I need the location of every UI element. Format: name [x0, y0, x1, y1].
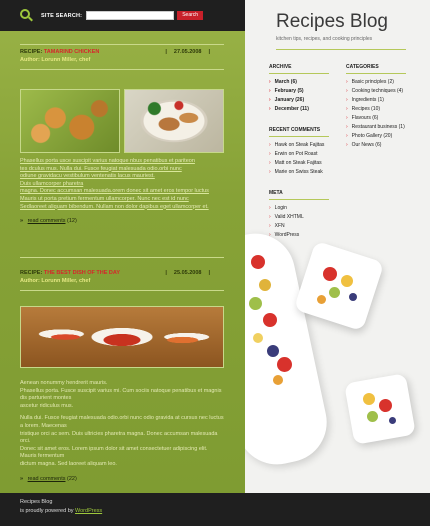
post-date: 25.05.2008 [165, 270, 210, 276]
post-header: RECIPE: THE BEST DISH OF THE DAY 25.05.2… [20, 266, 224, 291]
archive-item[interactable]: › December (11) [269, 105, 309, 114]
arrow-bullet-icon: › [346, 97, 348, 103]
arrow-bullet-icon: › [269, 97, 271, 103]
footer: Recipes Blog is proudly powered by WordP… [0, 493, 430, 526]
blog-tagline: kitchen tips, recipes, and cooking princ… [276, 36, 373, 42]
title-divider [276, 49, 406, 50]
arrow-bullet-icon: › [346, 133, 348, 139]
post-header: RECIPE: TAMARIND CHICKEN 27.05.2008 Auth… [20, 44, 224, 70]
category-item[interactable]: › Basic principles (2) [346, 78, 405, 87]
melon-piece [259, 279, 271, 291]
chicken-plate-image[interactable] [124, 89, 224, 153]
comments-link-row: » read comments (12) [20, 218, 224, 224]
category-item[interactable]: › Flavours (6) [346, 114, 405, 123]
arrow-bullet-icon: › [269, 142, 271, 148]
blueberry [267, 345, 279, 357]
arrow-bullet-icon: › [269, 169, 271, 175]
archive-item[interactable]: › January (26) [269, 96, 309, 105]
wordpress-link[interactable]: WordPress [75, 508, 102, 514]
divider [269, 136, 329, 137]
kiwi-piece [329, 287, 340, 298]
strawberry [277, 357, 292, 372]
strawberry [379, 399, 392, 412]
arrow-bullet-icon: › [346, 142, 348, 148]
post-author: Author: Lorunn Miller, chef [20, 278, 91, 284]
divider [346, 73, 406, 74]
arrow-bullet-icon: › [269, 151, 271, 157]
search-icon [20, 9, 33, 22]
search-label: SITE SEARCH: [41, 12, 83, 19]
recent-comments-list: › Hawk on Steak Fajitas › Erwin on Pot Roa… [269, 141, 324, 177]
chicken-nuggets-image[interactable] [20, 89, 120, 153]
search-input[interactable] [86, 11, 175, 20]
arrow-bullet-icon: › [269, 79, 271, 85]
square-fruit-bowl [293, 240, 385, 332]
soup-dishes-image[interactable] [20, 306, 224, 368]
divider [269, 73, 329, 74]
arrow-bullet-icon: › [269, 160, 271, 166]
archive-list: › March (6) › February (5) › January (26) ›… [269, 78, 309, 114]
category-item[interactable]: › Ingredients (1) [346, 96, 405, 105]
arrow-bullet-icon: › [346, 115, 348, 121]
melon-piece [363, 393, 375, 405]
blog-title[interactable]: Recipes Blog [276, 11, 388, 33]
post: RECIPE: THE BEST DISH OF THE DAY 25.05.2… [20, 266, 224, 482]
search-button[interactable]: Search [177, 11, 204, 20]
footer-title: Recipes Blog [20, 499, 53, 505]
sidebar: Recipes Blog kitchen tips, recipes, and … [245, 0, 430, 493]
recent-comment-item[interactable]: › Marie on Swiss Steak [269, 168, 324, 177]
search-bar: SITE SEARCH: Search [0, 0, 245, 31]
content-column: SITE SEARCH: Search RECIPE: TAMARIND CHI… [0, 0, 245, 493]
arrow-bullet-icon: › [346, 79, 348, 85]
double-arrow-icon: » [20, 218, 24, 225]
double-arrow-icon: » [20, 475, 24, 482]
arrow-bullet-icon: › [346, 88, 348, 94]
archive-item[interactable]: › February (5) [269, 87, 309, 96]
recent-comment-item[interactable]: › Erwin on Pot Roast [269, 150, 324, 159]
arrow-bullet-icon: › [269, 88, 271, 94]
category-item[interactable]: › Restaurant business (1) [346, 123, 405, 132]
post-date: 27.05.2008 [165, 49, 210, 55]
arrow-bullet-icon: › [346, 106, 348, 112]
kiwi-piece [249, 297, 262, 310]
kiwi-piece [367, 411, 378, 422]
melon-piece [341, 275, 353, 287]
strawberry [323, 267, 337, 281]
category-item[interactable]: › Photo Gallery (20) [346, 132, 405, 141]
blueberry [349, 293, 357, 301]
fruit-salad-photo [245, 195, 430, 493]
strawberry [251, 255, 265, 269]
read-comments-link[interactable]: read comments [28, 476, 66, 482]
comments-count: (12) [67, 218, 77, 225]
divider [20, 257, 224, 258]
read-comments-link[interactable]: read comments [28, 218, 66, 224]
orange-piece [317, 295, 326, 304]
recent-comment-item[interactable]: › Matt on Steak Fajitas [269, 159, 324, 168]
comments-count: (22) [67, 475, 77, 482]
arrow-bullet-icon: › [346, 124, 348, 130]
post: RECIPE: TAMARIND CHICKEN 27.05.2008 Auth… [20, 44, 224, 224]
footer-credit: is proudly powered by WordPress [20, 508, 103, 514]
pineapple-piece [253, 333, 263, 343]
post-author: Author: Lorunn Miller, chef [20, 57, 91, 63]
post-excerpt: Phasellus porta usce suscipit varius nat… [20, 158, 209, 210]
archive-item[interactable]: › March (6) [269, 78, 309, 87]
recent-comment-item[interactable]: › Hawk on Steak Fajitas [269, 141, 324, 150]
strawberry [263, 313, 277, 327]
post-images [20, 89, 224, 153]
archive-heading: ARCHIVE [269, 64, 292, 70]
comments-link-row: » read comments (22) [20, 476, 224, 482]
categories-list: › Basic principles (2) › Cooking technique… [346, 78, 405, 150]
post-excerpt: Aenean nonummy hendrerit mauris. Phasell… [20, 380, 224, 467]
arrow-bullet-icon: › [269, 106, 271, 112]
category-item[interactable]: › Cooking techniques (4) [346, 87, 405, 96]
melon-piece [273, 375, 283, 385]
category-item[interactable]: › Our News (6) [346, 141, 405, 150]
blueberry [389, 417, 396, 424]
recent-comments-heading: RECENT COMMENTS [269, 127, 321, 133]
category-item[interactable]: › Recipes (10) [346, 105, 405, 114]
categories-heading: CATEGORIES [346, 64, 379, 70]
